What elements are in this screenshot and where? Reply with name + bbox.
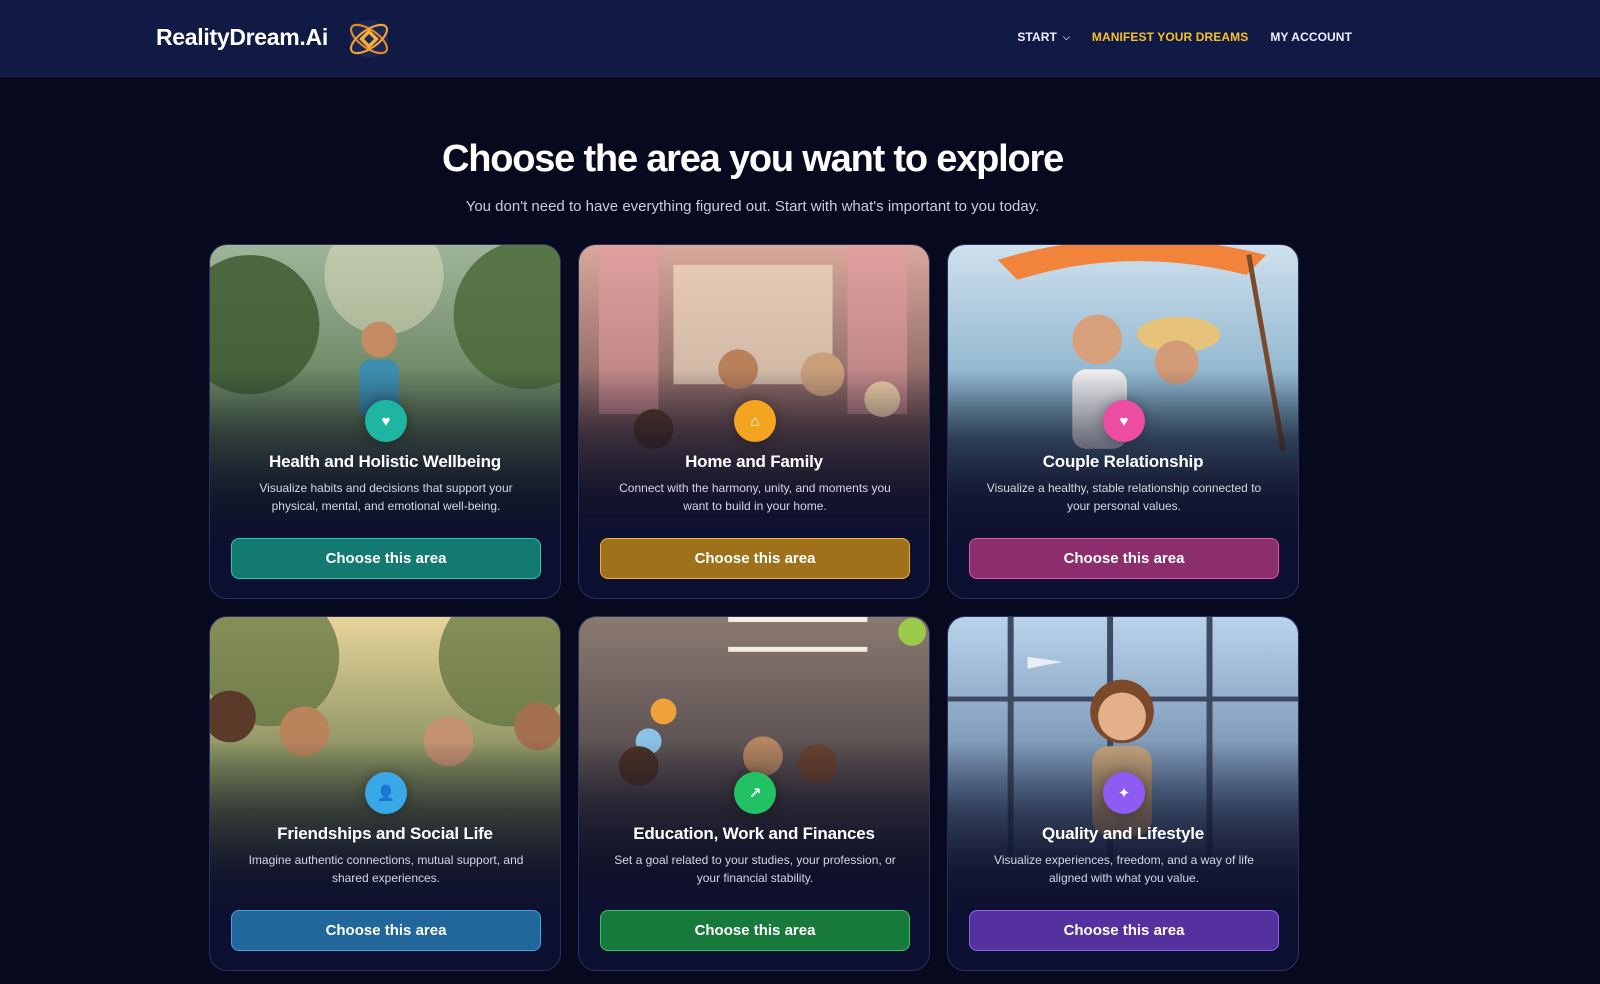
heart-icon: ♥ — [1103, 400, 1145, 442]
card-description: Visualize experiences, freedom, and a wa… — [994, 853, 1254, 885]
choose-area-button[interactable]: Choose this area — [969, 910, 1279, 951]
card-title: Education, Work and Finances — [633, 824, 875, 843]
card-title: Couple Relationship — [1042, 452, 1204, 471]
main-nav: START ⌵ MANIFEST YOUR DREAMS MY ACCOUNT — [1017, 30, 1352, 44]
nav-manifest-your-dreams[interactable]: MANIFEST YOUR DREAMS — [1092, 30, 1248, 44]
nav-account-label: MY ACCOUNT — [1270, 30, 1352, 44]
top-navigation-bar: RealityDream.Ai START ⌵ MANIFEST YOUR DR… — [0, 0, 1600, 77]
area-card-health: ♥ Health and Holistic Wellbeing Visualiz… — [209, 244, 561, 599]
brand-name[interactable]: RealityDream.Ai — [156, 24, 328, 51]
choose-area-button[interactable]: Choose this area — [231, 538, 541, 579]
card-title: Quality and Lifestyle — [1041, 824, 1205, 843]
card-title: Health and Holistic Wellbeing — [269, 452, 501, 471]
choose-area-button[interactable]: Choose this area — [600, 538, 910, 579]
card-description: Connect with the harmony, unity, and mom… — [619, 481, 891, 513]
card-description: Set a goal related to your studies, your… — [614, 853, 896, 885]
choose-area-button[interactable]: Choose this area — [969, 538, 1279, 579]
page-subtitle: You don't need to have everything figure… — [465, 198, 1040, 215]
person-icon: 👤 — [365, 772, 407, 814]
card-description: Visualize habits and decisions that supp… — [259, 481, 513, 513]
card-title: Friendships and Social Life — [277, 824, 493, 843]
card-title: Home and Family — [685, 452, 823, 471]
area-card-couple: ♥ Couple Relationship Visualize a health… — [947, 244, 1299, 599]
logo-orbit-icon[interactable] — [344, 14, 394, 64]
area-card-friendships: 👤 Friendships and Social Life Imagine au… — [209, 616, 561, 971]
trend-up-icon: ↗ — [734, 772, 776, 814]
area-card-quality-lifestyle: ✦ Quality and Lifestyle Visualize experi… — [947, 616, 1299, 971]
nav-manifest-label: MANIFEST YOUR DREAMS — [1091, 30, 1249, 44]
area-card-home-family: ⌂ Home and Family Connect with the harmo… — [578, 244, 930, 599]
nav-start[interactable]: START ⌵ — [1017, 30, 1070, 44]
chevron-down-icon: ⌵ — [1062, 31, 1070, 42]
sparkle-icon: ✦ — [1103, 772, 1145, 814]
nav-start-label: START — [1017, 30, 1057, 44]
heart-icon: ♥ — [365, 400, 407, 442]
area-card-education-work: ↗ Education, Work and Finances Set a goa… — [578, 616, 930, 971]
page-title: Choose the area you want to explore — [441, 138, 1064, 180]
home-icon: ⌂ — [734, 400, 776, 442]
choose-area-button[interactable]: Choose this area — [231, 910, 541, 951]
nav-my-account[interactable]: MY ACCOUNT — [1270, 30, 1352, 44]
card-description: Imagine authentic connections, mutual su… — [248, 853, 524, 885]
choose-area-button[interactable]: Choose this area — [600, 910, 910, 951]
card-description: Visualize a healthy, stable relationship… — [986, 481, 1262, 513]
